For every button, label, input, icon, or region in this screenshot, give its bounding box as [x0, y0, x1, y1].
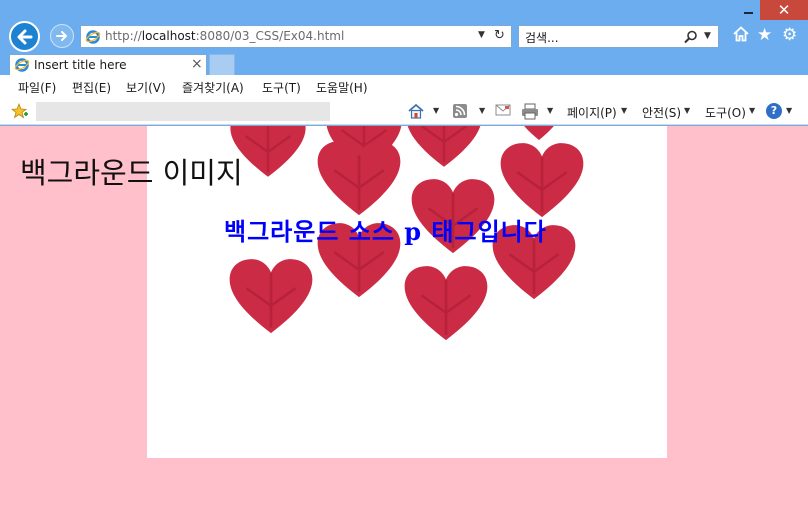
heart-image	[404, 266, 488, 341]
favorites-star-icon[interactable]: ★	[757, 26, 772, 44]
command-bar: ▼ ▼ ▼ 페이지(P) ▼ 안전(S) ▼ 도구(O) ▼ ? ▼	[0, 98, 808, 125]
forward-button[interactable]	[50, 24, 74, 48]
page-viewport: 백그라운드 이미지 백그라운드 소스 p 태그입니다	[0, 126, 808, 519]
tab-ie-icon	[14, 58, 30, 72]
menu-help[interactable]: 도움말(H)	[316, 79, 368, 96]
search-input[interactable]: 검색...	[525, 29, 559, 46]
address-url: http://localhost:8080/03_CSS/Ex04.html	[105, 29, 344, 43]
window-title-bar: ✕	[0, 0, 808, 20]
close-button[interactable]: ✕	[760, 0, 808, 20]
forward-arrow-icon	[56, 31, 67, 41]
back-arrow-icon	[17, 29, 33, 45]
url-scheme: http://	[105, 29, 142, 43]
new-tab-button[interactable]	[209, 54, 235, 75]
tools-dropdown-icon[interactable]: ▼	[749, 106, 755, 115]
favorites-bar	[36, 102, 330, 121]
url-path: :8080/03_CSS/Ex04.html	[195, 29, 345, 43]
tab-insert-title-here[interactable]: Insert title here ×	[9, 54, 207, 75]
refresh-icon[interactable]: ↻	[494, 28, 505, 43]
back-button[interactable]	[9, 21, 40, 52]
paragraph-text: 백그라운드 소스 p 태그입니다	[224, 217, 547, 246]
print-icon[interactable]	[521, 103, 539, 120]
address-bar[interactable]: http://localhost:8080/03_CSS/Ex04.html ▼…	[80, 25, 512, 48]
safety-dropdown-icon[interactable]: ▼	[684, 106, 690, 115]
feeds-icon[interactable]	[452, 103, 468, 119]
page-menu-button[interactable]: 페이지(P)	[567, 104, 617, 121]
gear-icon[interactable]: ⚙	[782, 26, 797, 44]
safety-menu-button[interactable]: 안전(S)	[642, 104, 681, 121]
home-icon[interactable]	[733, 26, 749, 42]
menu-view[interactable]: 보기(V)	[126, 79, 166, 96]
home-page-icon[interactable]	[407, 103, 425, 120]
menu-bar: 파일(F) 편집(E) 보기(V) 즐겨찾기(A) 도구(T) 도움말(H)	[0, 75, 808, 98]
home-dropdown-icon[interactable]: ▼	[433, 106, 439, 115]
heart-image	[317, 141, 401, 216]
tab-title: Insert title here	[34, 58, 127, 72]
help-icon[interactable]: ?	[766, 103, 782, 119]
address-dropdown-icon[interactable]: ▼	[478, 30, 485, 40]
tools-menu-button[interactable]: 도구(O)	[705, 104, 746, 121]
heart-image	[407, 126, 481, 167]
read-mail-icon[interactable]	[495, 103, 511, 117]
tab-close-icon[interactable]: ×	[191, 56, 203, 72]
menu-file[interactable]: 파일(F)	[18, 79, 56, 96]
url-host: localhost	[141, 29, 196, 43]
heart-image	[524, 126, 554, 140]
menu-tools[interactable]: 도구(T)	[262, 79, 301, 96]
search-icon[interactable]	[684, 30, 698, 44]
close-icon: ✕	[777, 1, 791, 19]
menu-favorites[interactable]: 즐겨찾기(A)	[182, 79, 244, 96]
add-favorite-icon[interactable]	[11, 103, 29, 120]
search-box[interactable]: 검색... ▼	[518, 25, 719, 48]
help-dropdown-icon[interactable]: ▼	[786, 106, 792, 115]
navigation-bar: http://localhost:8080/03_CSS/Ex04.html ▼…	[0, 20, 808, 52]
print-dropdown-icon[interactable]: ▼	[547, 106, 553, 115]
heart-image	[500, 143, 584, 218]
tab-strip: Insert title here ×	[0, 52, 808, 75]
menu-edit[interactable]: 편집(E)	[72, 79, 111, 96]
heart-image	[229, 259, 313, 334]
page-heading: 백그라운드 이미지	[20, 156, 243, 190]
search-dropdown-icon[interactable]: ▼	[704, 31, 711, 41]
feeds-dropdown-icon[interactable]: ▼	[479, 106, 485, 115]
ie-logo-icon	[85, 30, 101, 44]
page-dropdown-icon[interactable]: ▼	[621, 106, 627, 115]
minimize-button[interactable]	[734, 0, 762, 20]
